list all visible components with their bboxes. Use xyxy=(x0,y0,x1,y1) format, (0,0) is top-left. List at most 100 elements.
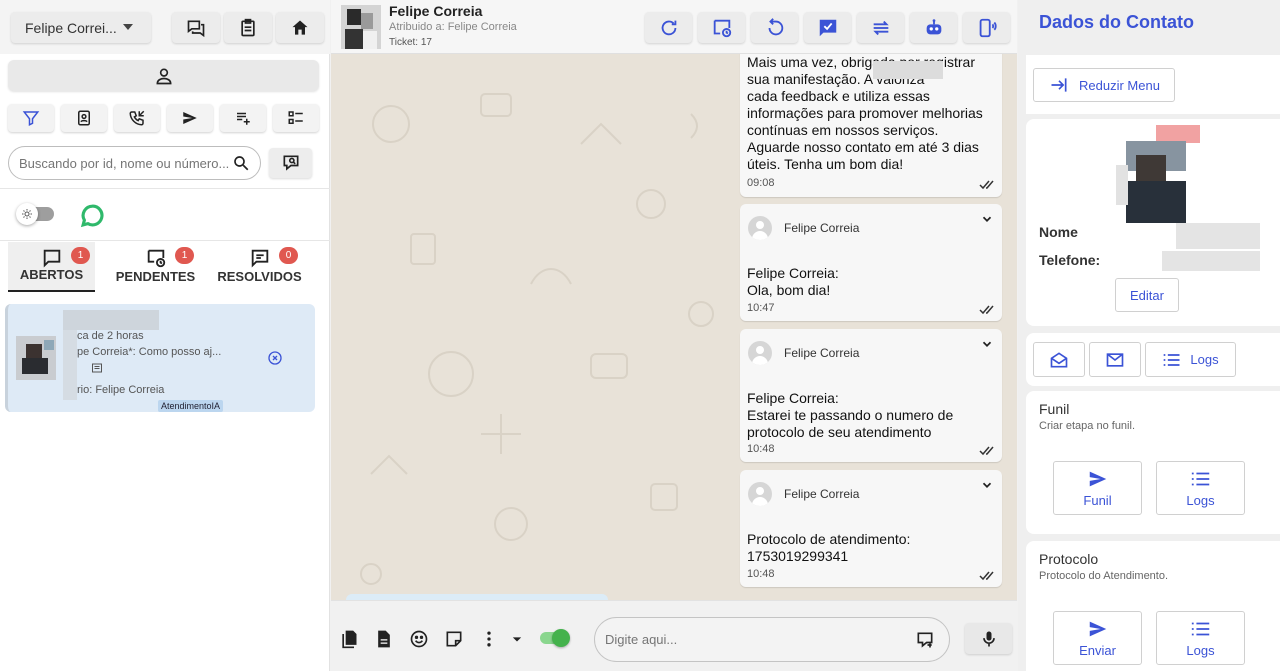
transfer-icon xyxy=(872,20,889,35)
name-label: Nome xyxy=(1039,224,1078,240)
contacts-tab[interactable] xyxy=(8,60,319,91)
protocolo-title: Protocolo xyxy=(1039,551,1099,567)
avatar xyxy=(748,482,772,506)
search-field[interactable] xyxy=(8,146,261,180)
edit-contact-button[interactable]: Editar xyxy=(1115,278,1179,312)
send-protocol-button[interactable]: Enviar xyxy=(1053,611,1142,665)
contact-card-button[interactable] xyxy=(61,104,107,132)
theme-toggle[interactable] xyxy=(16,203,58,225)
chat-check-icon xyxy=(819,19,836,36)
message-field[interactable] xyxy=(594,617,950,662)
mail-button[interactable] xyxy=(1089,342,1141,377)
text-redaction xyxy=(873,61,943,79)
home-button[interactable] xyxy=(276,12,324,43)
ticket-user: rio: Felipe Correia xyxy=(77,384,165,396)
send-button[interactable] xyxy=(167,104,213,132)
message-bubble: Mais uma vez, obrigada por registrar sua… xyxy=(740,54,1002,197)
refresh-button[interactable] xyxy=(645,12,692,43)
protocol-logs-label: Logs xyxy=(1186,643,1215,658)
sender-name: Felipe Correia xyxy=(784,346,860,360)
funil-logs-button[interactable]: Logs xyxy=(1156,461,1245,515)
search-icon[interactable] xyxy=(232,154,250,172)
signature-toggle[interactable] xyxy=(540,629,570,647)
ticket-number: Ticket: 17 xyxy=(389,37,432,48)
send-icon xyxy=(1089,471,1106,487)
name-redaction xyxy=(63,310,159,330)
document-icon[interactable] xyxy=(374,629,394,649)
open-mail-button[interactable] xyxy=(1033,342,1085,377)
contact-details-panel: Dados do Contato Reduzir Menu Nome Telef… xyxy=(1018,0,1280,671)
tab-label: RESOLVIDOS xyxy=(217,269,302,284)
name-redaction xyxy=(63,330,77,400)
emoji-icon[interactable] xyxy=(409,629,429,649)
phone-button[interactable] xyxy=(963,12,1010,43)
message-area[interactable]: Mais uma vez, obrigada por registrar sua… xyxy=(331,54,1017,600)
chevron-down-icon[interactable] xyxy=(980,212,994,226)
message-time: 10:48 xyxy=(747,443,775,455)
filter-button[interactable] xyxy=(8,104,54,132)
chevron-down-icon xyxy=(123,24,133,30)
count-badge: 1 xyxy=(71,247,90,264)
left-topbar: Felipe Correi... xyxy=(0,0,330,54)
protocol-logs-button[interactable]: Logs xyxy=(1156,611,1245,665)
resolve-button[interactable] xyxy=(804,12,851,43)
send-icon xyxy=(1089,621,1106,637)
message-bubble: Felipe Correia Protocolo de atendimento:… xyxy=(740,470,1002,587)
ticket-list-panel: Felipe Correi... Buscando por id, nome o… xyxy=(0,0,330,671)
sun-icon xyxy=(16,203,38,225)
mail-icon xyxy=(1106,352,1124,367)
avatar xyxy=(748,341,772,365)
clipboard-button[interactable] xyxy=(224,12,272,43)
message-header: Felipe Correia xyxy=(748,341,859,365)
phone-call-button[interactable] xyxy=(114,104,160,132)
chevron-down-icon[interactable] xyxy=(507,629,527,649)
user-select[interactable]: Felipe Correi... xyxy=(11,12,151,43)
checklist-button[interactable] xyxy=(273,104,319,132)
chats-button[interactable] xyxy=(172,12,220,43)
composer xyxy=(331,600,1017,671)
list-icon xyxy=(1191,472,1209,486)
attach-files-icon[interactable] xyxy=(339,629,359,649)
funil-button[interactable]: Funil xyxy=(1053,461,1142,515)
count-badge: 0 xyxy=(279,247,298,264)
message-input[interactable] xyxy=(605,632,915,647)
close-circle-icon[interactable] xyxy=(267,350,283,366)
chat-search-button[interactable] xyxy=(269,148,312,178)
quick-reply-icon[interactable] xyxy=(915,630,935,650)
funil-subtitle: Criar etapa no funil. xyxy=(1039,420,1135,432)
schedule-button[interactable] xyxy=(698,12,745,43)
search-input[interactable] xyxy=(19,155,232,171)
value-redaction xyxy=(1162,251,1260,271)
queue-tag: AtendimentoIA xyxy=(158,400,224,412)
bot-button[interactable] xyxy=(910,12,957,43)
message-text: Protocolo de atendimento: 1753019299341 xyxy=(747,531,911,564)
funil-button-label: Funil xyxy=(1083,493,1112,508)
tab-pendentes[interactable]: 1 PENDENTES xyxy=(112,242,199,292)
sticker-icon[interactable] xyxy=(444,629,464,649)
chevron-down-icon[interactable] xyxy=(980,337,994,351)
avatar xyxy=(748,216,772,240)
list-icon xyxy=(1164,353,1180,366)
message-time: 09:08 xyxy=(747,177,775,189)
tab-resolvidos[interactable]: 0 RESOLVIDOS xyxy=(216,242,303,292)
collapse-right-icon xyxy=(1051,78,1067,92)
ticket-item[interactable]: ca de 2 horas pe Correia*: Como posso aj… xyxy=(5,304,315,412)
voice-record-button[interactable] xyxy=(965,623,1012,654)
tab-abertos[interactable]: 1 ABERTOS xyxy=(8,242,95,292)
transfer-button[interactable] xyxy=(857,12,904,43)
value-redaction xyxy=(1176,223,1260,249)
double-check-icon xyxy=(979,446,994,456)
chevron-down-icon[interactable] xyxy=(980,478,994,492)
contact-card-icon xyxy=(78,110,90,126)
undo-button[interactable] xyxy=(751,12,798,43)
robot-icon xyxy=(926,18,941,34)
contact-logs-button[interactable]: Logs xyxy=(1145,342,1236,377)
funil-title: Funil xyxy=(1039,401,1070,417)
more-vertical-icon[interactable] xyxy=(479,629,499,649)
message-header: Felipe Correia xyxy=(748,216,859,240)
tab-label: PENDENTES xyxy=(115,269,196,284)
whatsapp-icon[interactable] xyxy=(80,203,105,228)
reduce-menu-button[interactable]: Reduzir Menu xyxy=(1033,68,1175,102)
message-bubble: Felipe Correia Felipe Correia: Ola, bom … xyxy=(740,204,1002,321)
add-note-button[interactable] xyxy=(220,104,266,132)
